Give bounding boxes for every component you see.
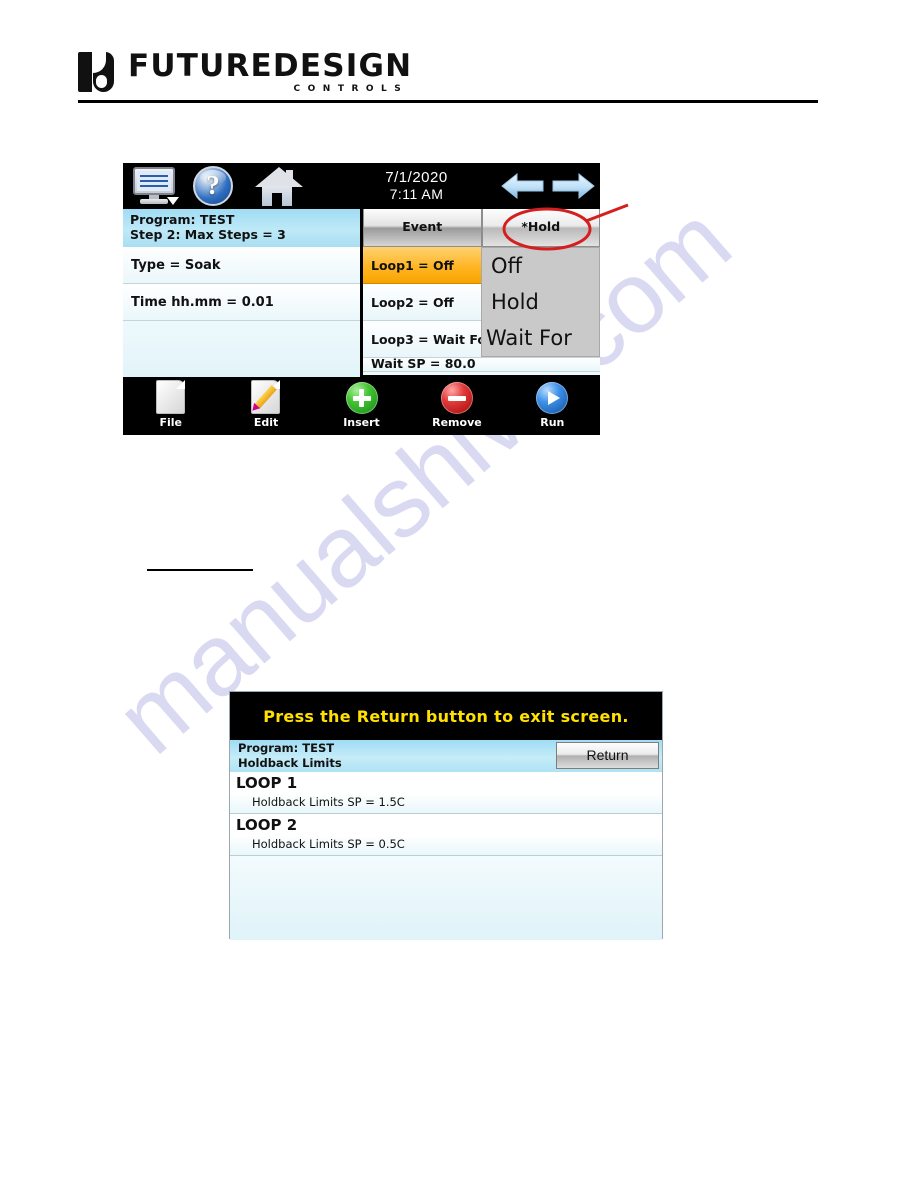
page-header: FUTUREDESIGN CONTROLS bbox=[78, 48, 818, 108]
event-hold-panel: Event *Hold Loop1 = Off Loop2 = Off Loop… bbox=[363, 209, 600, 375]
edit-button-label: Edit bbox=[253, 416, 279, 429]
help-icon-glyph: ? bbox=[206, 170, 220, 200]
edit-button[interactable]: Edit bbox=[218, 379, 313, 429]
hold-options-dropdown[interactable]: Off Hold Wait For bbox=[481, 247, 600, 357]
remove-button-label: Remove bbox=[432, 416, 482, 429]
insert-button-label: Insert bbox=[343, 416, 380, 429]
header-divider bbox=[78, 100, 818, 103]
detail-row-type[interactable]: Type = Soak bbox=[123, 247, 360, 284]
loop1-group-label: LOOP 1 bbox=[230, 772, 662, 794]
brand-tagline: CONTROLS bbox=[293, 83, 409, 94]
time-text: 7:11 AM bbox=[389, 186, 444, 202]
insert-button[interactable]: Insert bbox=[314, 379, 409, 429]
screen2-titlebar: Program: TEST Holdback Limits Return bbox=[230, 740, 662, 772]
section-divider bbox=[147, 569, 253, 571]
brand-text: FUTUREDESIGN CONTROLS bbox=[128, 47, 413, 94]
home-icon[interactable] bbox=[253, 165, 305, 207]
edit-pencil-icon bbox=[218, 379, 313, 415]
run-button[interactable]: Run bbox=[505, 379, 600, 429]
forward-arrow-icon[interactable] bbox=[550, 171, 596, 201]
program-header: Program: TEST Step 2: Max Steps = 3 bbox=[123, 209, 360, 247]
return-button[interactable]: Return bbox=[556, 742, 659, 769]
monitor-menu-icon[interactable] bbox=[131, 166, 179, 206]
file-button-label: File bbox=[159, 416, 182, 429]
detail-row-empty bbox=[123, 321, 360, 377]
screen1-body: Program: TEST Step 2: Max Steps = 3 Type… bbox=[123, 209, 600, 377]
help-icon[interactable]: ? bbox=[191, 164, 235, 208]
dropdown-option-wait-for[interactable]: Wait For bbox=[482, 320, 599, 356]
program-step-line: Step 2: Max Steps = 3 bbox=[130, 227, 286, 242]
play-circle-icon bbox=[505, 379, 600, 415]
back-arrow-icon[interactable] bbox=[500, 171, 546, 201]
loop2-group-label: LOOP 2 bbox=[230, 814, 662, 836]
tab-hold[interactable]: *Hold bbox=[481, 209, 600, 247]
dropdown-option-off[interactable]: Off bbox=[482, 248, 599, 284]
remove-button[interactable]: Remove bbox=[409, 379, 504, 429]
loop2-holdback-value[interactable]: Holdback Limits SP = 0.5C bbox=[230, 836, 662, 856]
tab-event[interactable]: Event bbox=[363, 209, 482, 247]
brand-logo: FUTUREDESIGN CONTROLS bbox=[78, 48, 818, 96]
date-text: 7/1/2020 bbox=[385, 169, 448, 186]
hold-item-wait-sp[interactable]: Wait SP = 80.0 bbox=[363, 358, 600, 372]
holdback-limits-screen: Press the Return button to exit screen. … bbox=[229, 691, 663, 940]
brand-name: FUTUREDESIGN bbox=[128, 47, 413, 84]
run-button-label: Run bbox=[540, 416, 565, 429]
file-button[interactable]: File bbox=[123, 379, 218, 429]
plus-circle-icon bbox=[314, 379, 409, 415]
datetime-display: 7/1/2020 7:11 AM bbox=[305, 169, 500, 203]
instruction-banner: Press the Return button to exit screen. bbox=[230, 692, 662, 740]
panel-tabs: Event *Hold bbox=[363, 209, 600, 247]
screen1-topbar: ? 7/1/2020 7:11 AM bbox=[123, 163, 600, 209]
minus-circle-icon bbox=[409, 379, 504, 415]
loop1-holdback-value[interactable]: Holdback Limits SP = 1.5C bbox=[230, 794, 662, 814]
program-edit-screen: ? 7/1/2020 7:11 AM Program: TEST Step 2:… bbox=[123, 163, 600, 435]
futuredesign-logo-mark-icon bbox=[78, 52, 114, 92]
file-icon bbox=[123, 379, 218, 415]
program-detail-panel: Program: TEST Step 2: Max Steps = 3 Type… bbox=[123, 209, 363, 377]
screen1-toolbar: File Edit Insert Remove Run bbox=[123, 375, 600, 435]
program-name-line: Program: TEST bbox=[130, 212, 235, 227]
dropdown-option-hold[interactable]: Hold bbox=[482, 284, 599, 320]
screen2-empty-area bbox=[230, 856, 662, 940]
detail-row-time[interactable]: Time hh.mm = 0.01 bbox=[123, 284, 360, 321]
